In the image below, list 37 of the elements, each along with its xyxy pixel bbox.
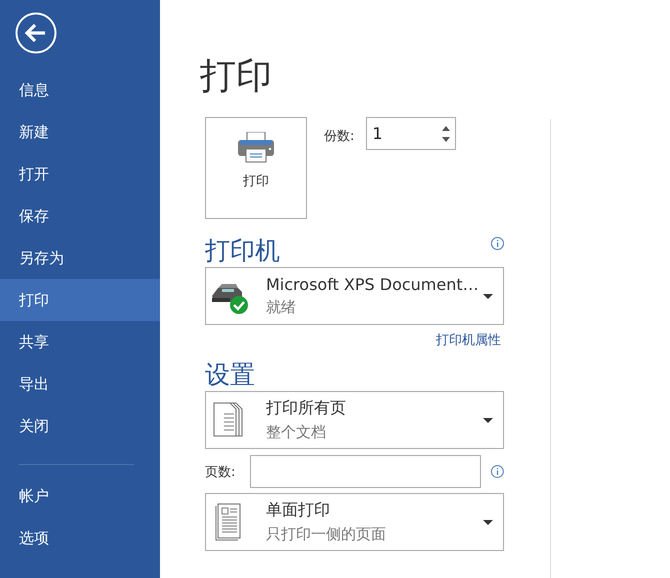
dropdown[interactable]: Microsoft XPS Document… 就绪	[205, 267, 504, 325]
spinner-arrows-icon	[441, 124, 452, 142]
printer-icon	[238, 132, 274, 163]
sidebar-item[interactable]: 信息	[0, 69, 160, 111]
sidebar-item[interactable]: 选项	[0, 517, 160, 559]
dropdown-subtitle: 整个文档	[266, 423, 327, 442]
sidebar-item[interactable]: 新建	[0, 111, 160, 153]
print-button[interactable]: 打印	[205, 117, 307, 219]
field-label: 页数:	[205, 464, 236, 480]
sidebar-item[interactable]: 打印	[0, 279, 160, 321]
sidebar-item[interactable]: 保存	[0, 195, 160, 237]
dropdown-subtitle: 只打印一侧的页面	[266, 525, 387, 544]
dropdown-title: 打印所有页	[266, 398, 347, 419]
dropdown[interactable]: 单面打印 只打印一侧的页面	[205, 493, 504, 551]
page-title: 打印	[200, 55, 273, 99]
info-icon	[491, 465, 504, 478]
section-heading: 打印机	[205, 235, 280, 267]
caret-icon	[483, 520, 493, 524]
info-icon	[491, 237, 504, 250]
sidebar-item[interactable]: 帐户	[0, 475, 160, 517]
dropdown[interactable]: 打印所有页 整个文档	[205, 391, 504, 449]
section-heading: 设置	[205, 359, 256, 391]
printer-properties-link[interactable]: 打印机属性	[436, 331, 501, 349]
caret-icon	[483, 418, 493, 422]
dropdown-subtitle: 就绪	[266, 298, 297, 317]
sidebar-item[interactable]: 共享	[0, 321, 160, 363]
pages-field[interactable]	[250, 455, 482, 488]
copies-label: 份数:	[324, 128, 354, 145]
sidebar-item[interactable]: 打开	[0, 153, 160, 195]
dropdown-title: 单面打印	[266, 500, 331, 521]
sidebar-item[interactable]: 导出	[0, 363, 160, 405]
copies-spinner[interactable]: 1	[366, 117, 456, 150]
dropdown-title: Microsoft XPS Document…	[266, 275, 480, 294]
sidebar-item[interactable]: 另存为	[0, 237, 160, 279]
back-icon[interactable]	[15, 12, 57, 54]
caret-icon	[483, 294, 493, 298]
sidebar-item[interactable]: 关闭	[0, 405, 160, 447]
